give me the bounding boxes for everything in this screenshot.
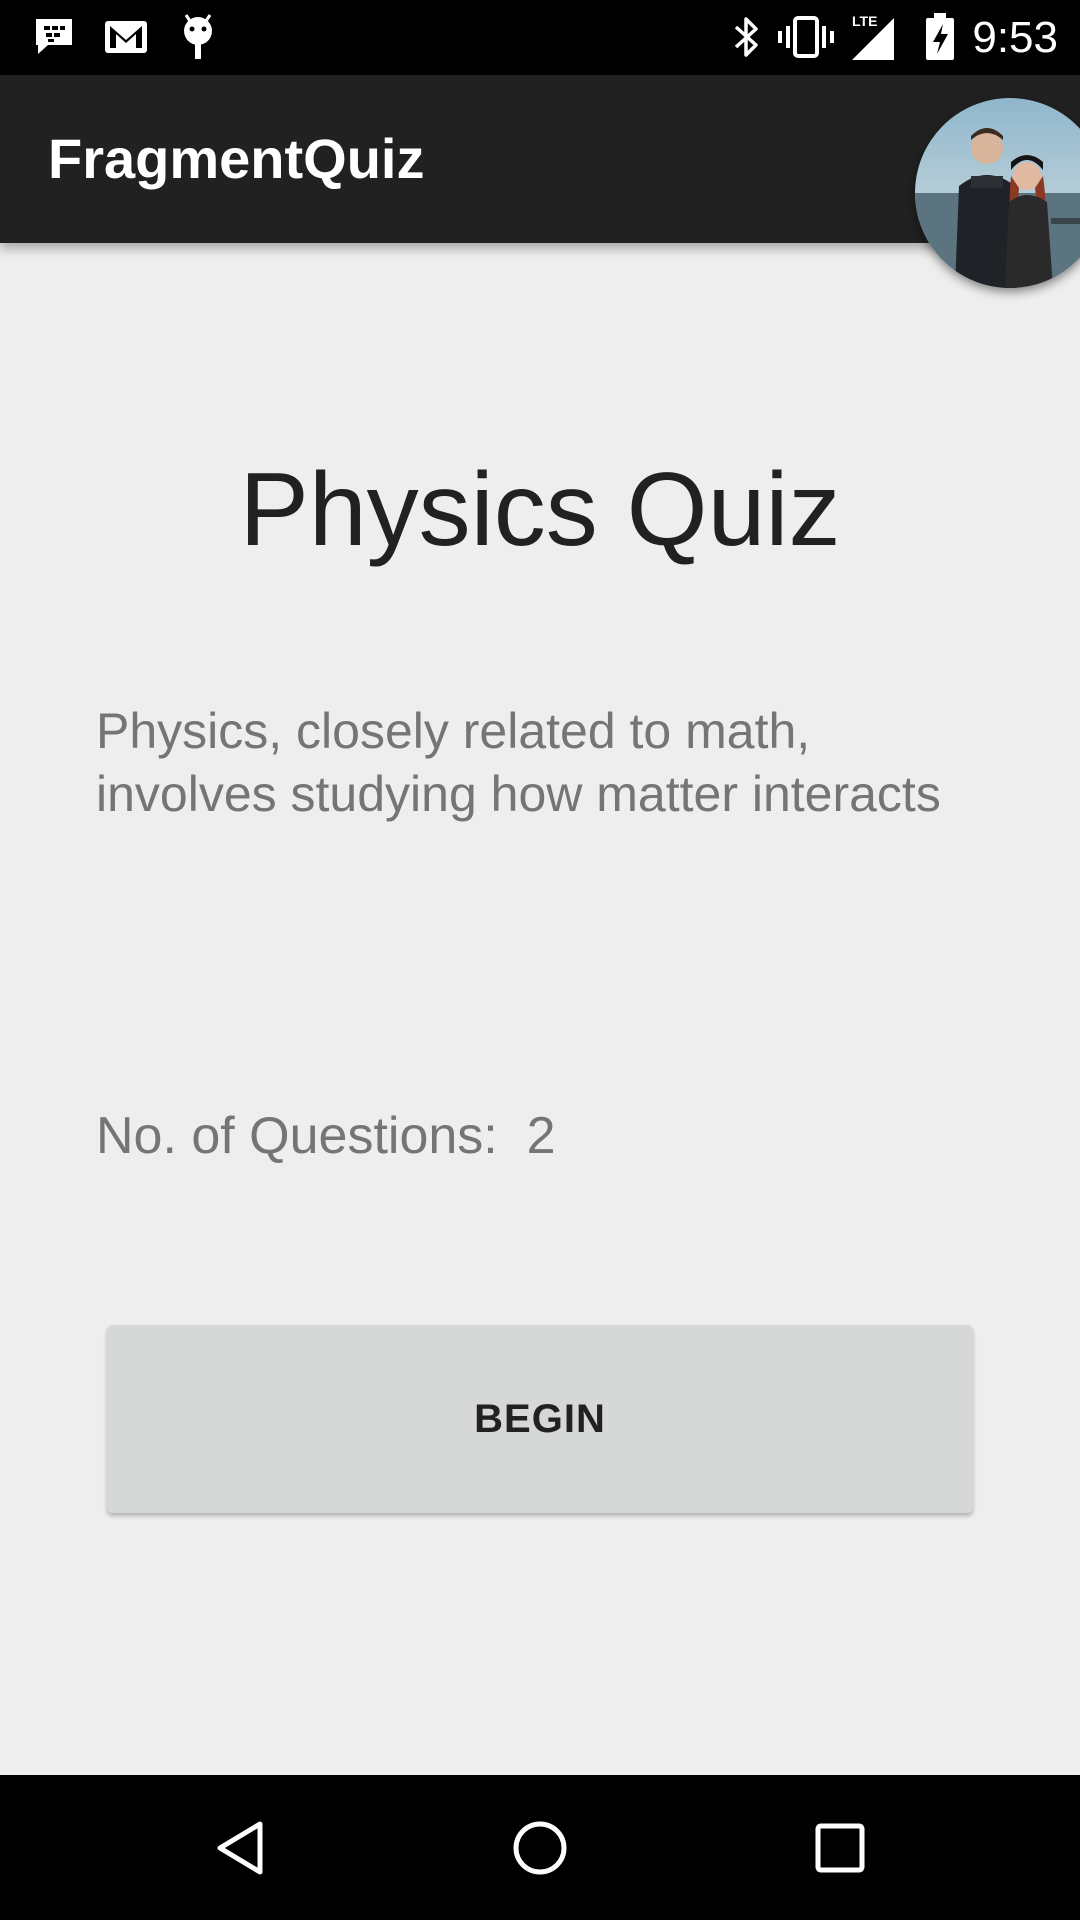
home-icon[interactable]	[470, 1775, 610, 1920]
status-bar: LTE 9:53	[0, 0, 1080, 75]
bluetooth-icon	[726, 10, 766, 64]
status-time: 9:53	[972, 13, 1058, 62]
vibrate-icon	[776, 10, 836, 64]
gmail-icon	[102, 10, 150, 64]
begin-button[interactable]: BEGIN	[107, 1325, 973, 1513]
quiz-description: Physics, closely related to math, involv…	[96, 703, 941, 822]
bbm-chat-icon	[30, 10, 78, 64]
lte-signal-icon: LTE	[848, 10, 898, 64]
back-icon[interactable]	[170, 1775, 310, 1920]
nav-bar	[0, 1775, 1080, 1920]
android-debug-icon	[176, 10, 220, 64]
quiz-title: Physics Quiz	[239, 452, 841, 568]
recents-icon[interactable]	[770, 1775, 910, 1920]
battery-charging-icon	[920, 10, 960, 64]
app-title: FragmentQuiz	[48, 127, 425, 190]
network-type-label: LTE	[852, 13, 877, 29]
question-count: No. of Questions: 2	[96, 1107, 556, 1165]
